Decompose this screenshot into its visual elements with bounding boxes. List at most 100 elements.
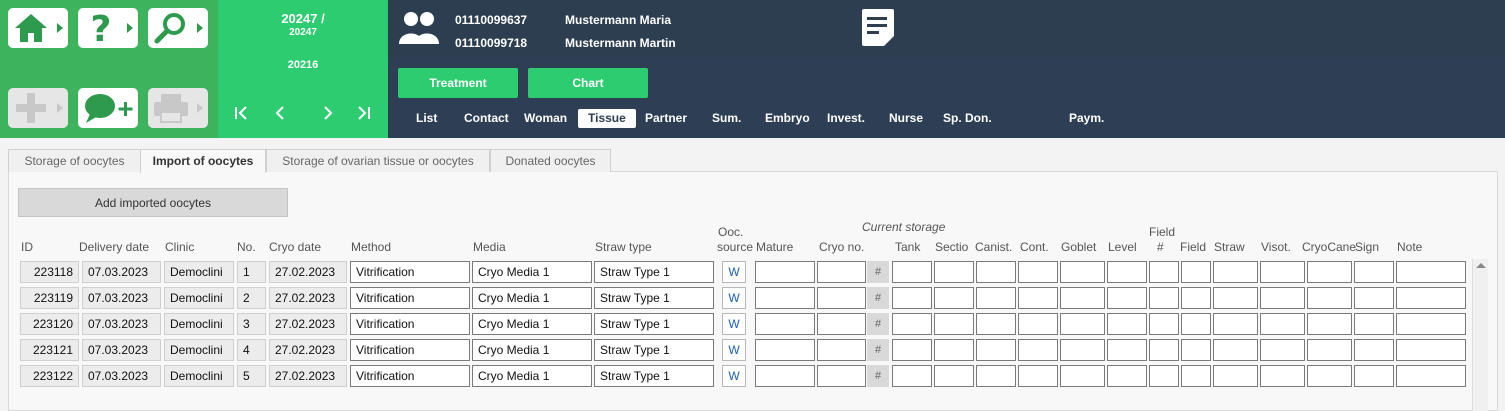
sign-field[interactable] — [1354, 261, 1394, 283]
print-button[interactable] — [148, 88, 208, 128]
sectio-field[interactable] — [934, 287, 974, 309]
straw-type-field[interactable]: Straw Type 1 — [594, 287, 714, 309]
note-field[interactable] — [1396, 287, 1466, 309]
cryocane-field[interactable] — [1307, 313, 1352, 335]
goblet-field[interactable] — [1060, 339, 1105, 361]
tab-partner[interactable]: Partner — [645, 109, 687, 128]
tab-nurse[interactable]: Nurse — [889, 109, 923, 128]
straw-type-field[interactable]: Straw Type 1 — [594, 313, 714, 335]
sign-field[interactable] — [1354, 339, 1394, 361]
field-field[interactable] — [1181, 313, 1211, 335]
cryo-no-field[interactable] — [817, 339, 866, 361]
cryocane-field[interactable] — [1307, 339, 1352, 361]
document-icon[interactable] — [858, 8, 898, 48]
field-field[interactable] — [1181, 287, 1211, 309]
field-field[interactable] — [1181, 339, 1211, 361]
tank-field[interactable] — [892, 365, 932, 387]
media-field[interactable]: Cryo Media 1 — [472, 261, 592, 283]
level-field[interactable] — [1107, 261, 1147, 283]
field-field[interactable] — [1181, 261, 1211, 283]
help-button[interactable]: ? — [78, 8, 138, 48]
subtab-donated-oocytes[interactable]: Donated oocytes — [490, 149, 611, 172]
container-field[interactable] — [1018, 287, 1058, 309]
container-field[interactable] — [1018, 339, 1058, 361]
add-comment-button[interactable] — [78, 88, 138, 128]
add-imported-oocytes-button[interactable]: Add imported oocytes — [18, 188, 288, 217]
cryo-number-assign-button[interactable]: # — [867, 287, 889, 309]
tank-field[interactable] — [892, 287, 932, 309]
tank-field[interactable] — [892, 313, 932, 335]
cryo-number-assign-button[interactable]: # — [867, 365, 889, 387]
note-field[interactable] — [1396, 261, 1466, 283]
next-record-button[interactable] — [320, 102, 336, 126]
scroll-up-icon[interactable] — [1476, 263, 1486, 268]
sign-field[interactable] — [1354, 365, 1394, 387]
subtab-storage-of-oocytes[interactable]: Storage of oocytes — [8, 149, 141, 172]
goblet-field[interactable] — [1060, 365, 1105, 387]
ooc-source-button[interactable]: W — [722, 287, 746, 309]
cryo-no-field[interactable] — [817, 313, 866, 335]
sectio-field[interactable] — [934, 365, 974, 387]
media-field[interactable]: Cryo Media 1 — [472, 365, 592, 387]
search-button[interactable] — [148, 8, 208, 48]
sectio-field[interactable] — [934, 313, 974, 335]
note-field[interactable] — [1396, 313, 1466, 335]
tab-contact[interactable]: Contact — [464, 109, 509, 128]
method-field[interactable]: Vitrification — [350, 365, 470, 387]
method-field[interactable]: Vitrification — [350, 287, 470, 309]
level-field[interactable] — [1107, 339, 1147, 361]
level-field[interactable] — [1107, 287, 1147, 309]
table-scrollbar[interactable] — [1472, 259, 1488, 411]
cryo-number-assign-button[interactable]: # — [867, 339, 889, 361]
chart-button[interactable]: Chart — [528, 68, 648, 98]
tab-embryo[interactable]: Embryo — [765, 109, 810, 128]
sectio-field[interactable] — [934, 339, 974, 361]
tank-field[interactable] — [892, 261, 932, 283]
first-record-button[interactable] — [234, 102, 250, 126]
mature-field[interactable] — [755, 287, 815, 309]
visotube-field[interactable] — [1260, 313, 1305, 335]
tab-tissue[interactable]: Tissue — [578, 109, 636, 128]
cryo-number-assign-button[interactable]: # — [867, 261, 889, 283]
straw-type-field[interactable]: Straw Type 1 — [594, 339, 714, 361]
ooc-source-button[interactable]: W — [722, 365, 746, 387]
note-field[interactable] — [1396, 339, 1466, 361]
field-no-field[interactable] — [1149, 261, 1179, 283]
field-no-field[interactable] — [1149, 313, 1179, 335]
ooc-source-button[interactable]: W — [722, 261, 746, 283]
ooc-source-button[interactable]: W — [722, 339, 746, 361]
media-field[interactable]: Cryo Media 1 — [472, 287, 592, 309]
container-field[interactable] — [1018, 313, 1058, 335]
add-button[interactable] — [8, 88, 68, 128]
cryo-no-field[interactable] — [817, 365, 866, 387]
mature-field[interactable] — [755, 339, 815, 361]
straw-field[interactable] — [1213, 287, 1258, 309]
straw-field[interactable] — [1213, 365, 1258, 387]
mature-field[interactable] — [755, 261, 815, 283]
tab-list[interactable]: List — [416, 109, 437, 128]
container-field[interactable] — [1018, 261, 1058, 283]
method-field[interactable]: Vitrification — [350, 339, 470, 361]
subtab-import-of-oocytes[interactable]: Import of oocytes — [140, 149, 266, 173]
home-button[interactable] — [8, 8, 68, 48]
visotube-field[interactable] — [1260, 261, 1305, 283]
last-record-button[interactable] — [355, 102, 371, 126]
goblet-field[interactable] — [1060, 313, 1105, 335]
field-no-field[interactable] — [1149, 287, 1179, 309]
cryocane-field[interactable] — [1307, 261, 1352, 283]
media-field[interactable]: Cryo Media 1 — [472, 313, 592, 335]
level-field[interactable] — [1107, 313, 1147, 335]
straw-field[interactable] — [1213, 313, 1258, 335]
cryocane-field[interactable] — [1307, 287, 1352, 309]
straw-field[interactable] — [1213, 261, 1258, 283]
cryo-no-field[interactable] — [817, 261, 866, 283]
tab-summary[interactable]: Sum. — [712, 109, 741, 128]
method-field[interactable]: Vitrification — [350, 261, 470, 283]
cryocane-field[interactable] — [1307, 365, 1352, 387]
mature-field[interactable] — [755, 365, 815, 387]
field-no-field[interactable] — [1149, 365, 1179, 387]
visotube-field[interactable] — [1260, 365, 1305, 387]
container-field[interactable] — [1018, 365, 1058, 387]
subtab-storage-ovarian-tissue[interactable]: Storage of ovarian tissue or oocytes — [266, 149, 490, 172]
canister-field[interactable] — [976, 339, 1016, 361]
